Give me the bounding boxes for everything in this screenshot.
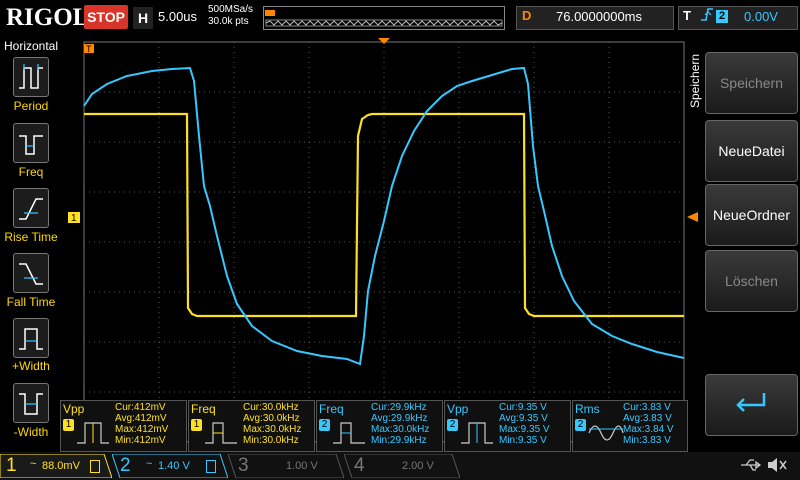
- usb-icon: [740, 458, 762, 477]
- measurement-name: Vpp: [63, 402, 85, 416]
- fall-time-label: Fall Time: [6, 295, 56, 309]
- positive-width-icon: [19, 328, 43, 350]
- delay-value[interactable]: 76.0000000ms: [556, 9, 642, 24]
- period-icon: [19, 64, 43, 89]
- rise-time-label: Rise Time: [4, 230, 58, 244]
- channel3-tab[interactable]: 3 1.00 V: [228, 454, 344, 478]
- measurement-stats: Cur:3.83 V Avg:3.83 V Max:3.84 V Min:3.83 …: [623, 402, 674, 446]
- frequency-icon: [19, 135, 43, 155]
- channel1-tab[interactable]: 1 ~ 88.0mV: [0, 454, 112, 478]
- measurement-rms-ch2[interactable]: Rms 2 Cur:3.83 V Avg:3.83 V Max:3.84 V Min…: [572, 400, 688, 452]
- measurement-vpp-ch2[interactable]: Vpp 2 Cur:9.35 V Avg:9.35 V Max:9.35 V Min…: [444, 400, 571, 452]
- frequency-button[interactable]: [13, 123, 49, 163]
- channel1-number: 1: [6, 455, 17, 476]
- positive-width-button[interactable]: [13, 318, 49, 358]
- sample-rate: 500MSa/s: [208, 4, 254, 15]
- channel4-scale: 2.00 V: [402, 460, 434, 472]
- measurement-freq-ch2[interactable]: Freq 2 Cur:29.9kHz Avg:29.9kHz Max:30.0kH…: [316, 400, 443, 452]
- measurement-channel-badge: 1: [63, 419, 74, 431]
- svg-text:1: 1: [71, 213, 77, 224]
- delay-label: D: [522, 8, 532, 23]
- channel4-number: 4: [354, 455, 365, 476]
- negative-width-button[interactable]: [13, 383, 49, 423]
- channel2-scale: 1.40 V: [158, 460, 190, 472]
- measurement-stats: Cur:30.0kHz Avg:30.0kHz Max:30.0kHz Min:30…: [243, 402, 302, 446]
- channel3-scale: 1.00 V: [286, 460, 318, 472]
- trigger-label: T: [683, 8, 691, 23]
- measurement-channel-badge: 2: [575, 419, 586, 431]
- left-menu-title: Horizontal: [3, 39, 59, 53]
- channel2-tab[interactable]: 2 ~ 1.40 V: [112, 454, 228, 478]
- measurement-name: Freq: [191, 402, 216, 416]
- measurement-name: Rms: [575, 402, 600, 416]
- channel2-bw-icon: [206, 460, 216, 473]
- rise-time-icon: [19, 198, 43, 220]
- period-button[interactable]: [13, 57, 49, 97]
- negative-width-label: -Width: [13, 425, 49, 439]
- freq-icon: [333, 422, 365, 444]
- save-button[interactable]: Speichern: [705, 52, 798, 114]
- vpp-icon: [461, 422, 493, 444]
- channel3-number: 3: [238, 455, 249, 476]
- memory-overview-graphic: [265, 10, 503, 27]
- memory-waveform-overview: [263, 6, 505, 30]
- rms-icon: [588, 425, 624, 441]
- return-button[interactable]: [705, 374, 798, 436]
- svg-text:T: T: [86, 44, 92, 54]
- brand-logo: RIGOL: [6, 4, 90, 31]
- channel2-number: 2: [120, 455, 131, 476]
- channel1-bw-icon: [90, 460, 100, 473]
- channel1-coupling: ~: [30, 458, 37, 470]
- fall-time-icon: [19, 263, 43, 285]
- timebase-label: H: [133, 7, 153, 29]
- measurement-channel-badge: 2: [447, 419, 458, 431]
- new-file-button[interactable]: NeueDatei: [705, 120, 798, 182]
- waveform-graticule: T 1: [68, 38, 698, 443]
- positive-width-label: +Width: [12, 359, 50, 373]
- period-label: Period: [13, 99, 49, 113]
- trigger-box[interactable]: [678, 6, 798, 30]
- rising-edge-icon: [700, 7, 714, 26]
- waveform-display[interactable]: T 1: [62, 36, 700, 452]
- trigger-level-marker: [687, 212, 698, 222]
- vpp-icon: [77, 422, 109, 444]
- measurement-stats: Cur:29.9kHz Avg:29.9kHz Max:30.0kHz Min:29…: [371, 402, 430, 446]
- delete-button[interactable]: Löschen: [705, 250, 798, 312]
- rise-time-button[interactable]: [13, 188, 49, 228]
- measurement-channel-badge: 2: [319, 419, 330, 431]
- trigger-source-badge: 2: [716, 10, 728, 23]
- memory-depth: 30.0k pts: [208, 16, 249, 27]
- measurement-channel-badge: 1: [191, 419, 202, 431]
- measurement-name: Vpp: [447, 402, 469, 416]
- new-folder-button[interactable]: NeueOrdner: [705, 184, 798, 246]
- measurement-stats: Cur:9.35 V Avg:9.35 V Max:9.35 V Min:9.35 …: [499, 402, 550, 446]
- channel4-tab[interactable]: 4 2.00 V: [344, 454, 460, 478]
- right-menu-title: Speichern: [688, 53, 702, 108]
- channel2-coupling: ~: [146, 458, 153, 470]
- mute-icon[interactable]: [766, 456, 788, 479]
- fall-time-button[interactable]: [13, 253, 49, 293]
- measurement-stats: Cur:412mV Avg:412mV Max:412mV Min:412mV: [115, 402, 169, 446]
- frequency-label: Freq: [18, 165, 44, 179]
- run-stop-status[interactable]: STOP: [84, 5, 128, 29]
- freq-icon: [205, 422, 237, 444]
- timebase-scale[interactable]: 5.00us: [158, 9, 197, 24]
- return-arrow-icon: [735, 393, 765, 412]
- measurement-name: Freq: [319, 402, 344, 416]
- channel1-scale: 88.0mV: [42, 460, 80, 472]
- measurement-vpp-ch1[interactable]: Vpp 1 Cur:412mV Avg:412mV Max:412mV Min:41…: [60, 400, 187, 452]
- trigger-level[interactable]: 0.00V: [744, 9, 778, 24]
- measurement-freq-ch1[interactable]: Freq 1 Cur:30.0kHz Avg:30.0kHz Max:30.0kH…: [188, 400, 315, 452]
- negative-width-icon: [19, 393, 43, 415]
